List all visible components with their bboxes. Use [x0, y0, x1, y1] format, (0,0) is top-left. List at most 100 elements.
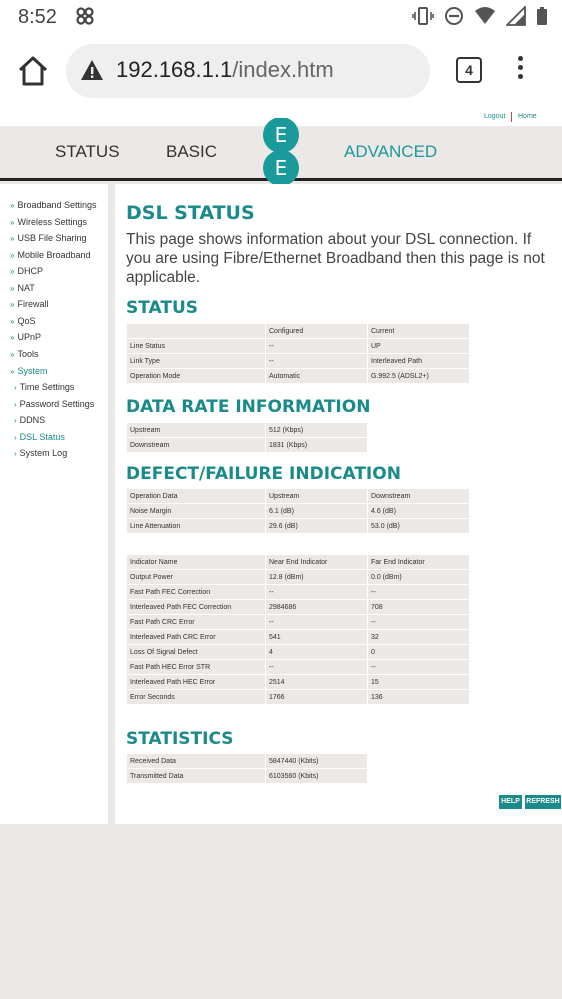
sidebar-item-firewall[interactable]: » Firewall — [10, 299, 48, 309]
browser-toolbar: 192.168.1.1/index.htm 4 — [0, 36, 562, 108]
table-cell: Automatic — [266, 369, 367, 383]
table-cell: 1831 (Kbps) — [266, 438, 367, 452]
table-cell: Upstream — [266, 489, 367, 503]
table-cell: Fast Path FEC Correction — [127, 585, 265, 599]
sidebar-item-usb-file-sharing[interactable]: » USB File Sharing — [10, 233, 86, 243]
table-cell: -- — [368, 615, 469, 629]
table-cell: 4 — [266, 645, 367, 659]
status-table: Configured Current Line Status -- UP Link … — [126, 323, 470, 384]
wifi-icon — [474, 6, 496, 31]
table-row: Line Status -- UP — [127, 339, 469, 353]
table-row: Noise Margin 6.1 (dB) 4.6 (dB) — [127, 504, 469, 518]
table-row: Fast Path CRC Error -- -- — [127, 615, 469, 629]
sidebar-item-qos[interactable]: » QoS — [10, 316, 35, 326]
table-row: Loss Of Signal Defect 4 0 — [127, 645, 469, 659]
sidebar-item-tools[interactable]: » Tools — [10, 349, 38, 359]
table-cell: -- — [266, 339, 367, 353]
tab-status[interactable]: STATUS — [55, 142, 120, 162]
indicator-table: Indicator Name Near End Indicator Far End … — [126, 554, 470, 705]
table-cell: 2514 — [266, 675, 367, 689]
table-header-row: Configured Current — [127, 324, 469, 338]
table-cell: Transmitted Data — [127, 769, 265, 783]
table-row: Downstream 1831 (Kbps) — [127, 438, 367, 452]
table-cell: 6103560 (Kbits) — [266, 769, 367, 783]
url-path: /index.htm — [232, 57, 334, 82]
table-cell: 5847440 (Kbits) — [266, 754, 367, 768]
status-heading: STATUS — [126, 298, 199, 318]
table-cell: Current — [368, 324, 469, 338]
table-cell: Interleaved Path CRC Error — [127, 630, 265, 644]
statistics-table: Received Data 5847440 (Kbits) Transmitted… — [126, 753, 368, 784]
table-cell: 541 — [266, 630, 367, 644]
table-row: Link Type -- Interleaved Path — [127, 354, 469, 368]
more-menu-icon[interactable] — [516, 56, 524, 84]
table-row: Operation Mode Automatic G.992.5 (ADSL2+) — [127, 369, 469, 383]
status-bar: 8:52 — [0, 0, 562, 36]
url-host: 192.168.1.1 — [116, 57, 233, 82]
sidebar-divider — [108, 184, 115, 824]
address-bar[interactable]: 192.168.1.1/index.htm — [66, 44, 430, 98]
sidebar-item-system-log[interactable]: › System Log — [14, 448, 67, 458]
tab-switcher-button[interactable]: 4 — [456, 57, 482, 83]
page-description: This page shows information about your D… — [126, 231, 545, 286]
table-cell: 15 — [368, 675, 469, 689]
sidebar-item-wireless-settings[interactable]: » Wireless Settings — [10, 217, 87, 227]
table-cell: 0.0 (dBm) — [368, 570, 469, 584]
sidebar-item-mobile-broadband[interactable]: » Mobile Broadband — [10, 250, 91, 260]
table-cell: Downstream — [127, 438, 265, 452]
sidebar-item-broadband-settings[interactable]: » Broadband Settings — [10, 200, 97, 210]
table-cell: UP — [368, 339, 469, 353]
table-cell: Loss Of Signal Defect — [127, 645, 265, 659]
sidebar-item-nat[interactable]: » NAT — [10, 283, 35, 293]
table-cell: -- — [266, 354, 367, 368]
table-row: Line Attenuation 29.6 (dB) 53.0 (dB) — [127, 519, 469, 533]
table-row: Upstream 512 (Kbps) — [127, 423, 367, 437]
ee-logo: E E — [262, 117, 300, 188]
tab-basic[interactable]: BASIC — [166, 142, 217, 162]
sidebar-item-dsl-status[interactable]: › DSL Status — [14, 432, 65, 442]
link-divider — [511, 112, 512, 122]
table-row: Fast Path FEC Correction -- -- — [127, 585, 469, 599]
logo-letter-1: E — [275, 123, 288, 147]
operation-data-table: Operation Data Upstream Downstream Noise M… — [126, 488, 470, 534]
table-cell: -- — [368, 660, 469, 674]
table-cell: 4.6 (dB) — [368, 504, 469, 518]
sidebar-item-ddns[interactable]: › DDNS — [14, 415, 45, 425]
table-cell: Noise Margin — [127, 504, 265, 518]
table-cell: Indicator Name — [127, 555, 265, 569]
statistics-heading: STATISTICS — [126, 729, 234, 749]
do-not-disturb-icon — [444, 6, 464, 31]
sidebar: » Broadband Settings » Wireless Settings »… — [0, 184, 108, 824]
sidebar-item-dhcp[interactable]: » DHCP — [10, 266, 43, 276]
home-link[interactable]: Home — [518, 113, 537, 120]
home-icon[interactable] — [16, 54, 50, 88]
table-cell: Fast Path CRC Error — [127, 615, 265, 629]
table-cell: Configured — [266, 324, 367, 338]
sidebar-item-password-settings[interactable]: › Password Settings — [14, 399, 94, 409]
help-button[interactable]: HELP — [499, 795, 522, 809]
warning-icon[interactable] — [80, 59, 104, 86]
logout-link[interactable]: Logout — [484, 113, 505, 120]
sidebar-item-upnp[interactable]: » UPnP — [10, 332, 41, 342]
table-cell: Upstream — [127, 423, 265, 437]
table-cell: 12.8 (dBm) — [266, 570, 367, 584]
table-cell — [127, 324, 265, 338]
tab-advanced[interactable]: ADVANCED — [344, 142, 437, 162]
table-cell: 53.0 (dB) — [368, 519, 469, 533]
table-cell: Interleaved Path — [368, 354, 469, 368]
router-page: Logout Home STATUS BASIC ADVANCED E E » B… — [0, 108, 562, 999]
sidebar-item-time-settings[interactable]: › Time Settings — [14, 382, 74, 392]
table-cell: -- — [368, 585, 469, 599]
table-row: Fast Path HEC Error STR -- -- — [127, 660, 469, 674]
table-row: Interleaved Path FEC Correction 2984686 70… — [127, 600, 469, 614]
table-cell: -- — [266, 615, 367, 629]
table-row: Interleaved Path CRC Error 541 32 — [127, 630, 469, 644]
logo-letter-2: E — [275, 156, 288, 180]
sidebar-item-system[interactable]: » System — [10, 366, 47, 376]
page-title: DSL STATUS — [126, 202, 255, 224]
table-cell: Operation Data — [127, 489, 265, 503]
table-row: Transmitted Data 6103560 (Kbits) — [127, 769, 367, 783]
clock: 8:52 — [18, 6, 57, 28]
table-cell: 29.6 (dB) — [266, 519, 367, 533]
refresh-button[interactable]: REFRESH — [525, 795, 561, 809]
